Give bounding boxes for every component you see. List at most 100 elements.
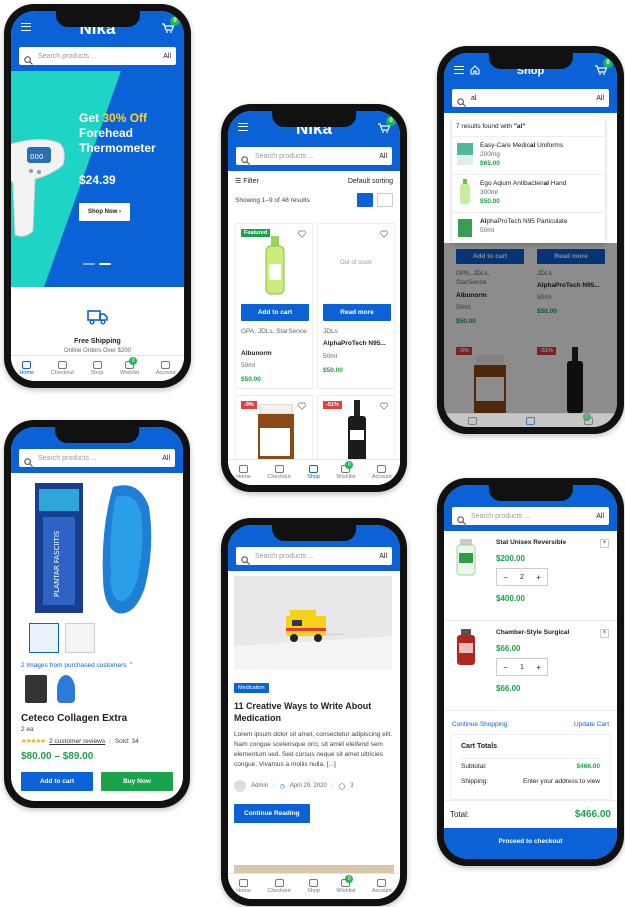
search-scope-select[interactable]: All bbox=[596, 513, 604, 520]
thumbnail-1[interactable] bbox=[29, 623, 59, 653]
buy-now-button[interactable]: Buy Now bbox=[101, 772, 173, 791]
customer-images-link[interactable]: 2 Images from purchased customers ⌃ bbox=[11, 657, 183, 673]
product-name[interactable]: AlphaProTech N95... bbox=[323, 339, 386, 348]
product-name[interactable]: Albunorm bbox=[241, 349, 272, 358]
category-tag[interactable]: Medication bbox=[234, 683, 269, 693]
qty-plus-button[interactable]: + bbox=[536, 573, 541, 582]
comment-count[interactable]: 3 bbox=[350, 783, 353, 789]
post-author[interactable]: Admin bbox=[251, 783, 268, 789]
quantity-stepper[interactable]: − 2 + bbox=[496, 568, 548, 586]
home-icon[interactable] bbox=[470, 65, 480, 75]
nav-home[interactable]: Home bbox=[236, 465, 251, 480]
read-more-button[interactable]: Read more bbox=[323, 304, 391, 321]
update-cart-link[interactable]: Update Cart bbox=[574, 721, 609, 728]
reviews-link[interactable]: 2 customer reviews bbox=[49, 738, 105, 745]
nav-wishlist[interactable]: 0 Wishlist bbox=[120, 357, 139, 376]
search-input[interactable]: al All bbox=[452, 89, 609, 107]
customer-image[interactable] bbox=[57, 675, 75, 703]
cart-totals-box: Cart Totals Subtotal: $466.00 Shipping: … bbox=[450, 734, 611, 800]
hero-banner[interactable]: 000 Get 30% Off Forehead Thermometer $24.… bbox=[11, 71, 184, 287]
product-size: 50ml bbox=[323, 353, 338, 360]
nav-wishlist[interactable]: 0 Wishlist bbox=[336, 461, 355, 480]
shop-now-button[interactable]: Shop Now › bbox=[79, 203, 131, 221]
proceed-to-checkout-button[interactable]: Proceed to checkout bbox=[444, 828, 617, 859]
nav-home[interactable]: Home bbox=[236, 879, 251, 894]
search-input[interactable]: Search products ... All bbox=[236, 547, 392, 565]
feature-subtitle: Online Orders Over $200 bbox=[63, 348, 132, 354]
filter-button[interactable]: ☰ Filter bbox=[235, 177, 259, 185]
qty-minus-button[interactable]: − bbox=[503, 663, 508, 672]
thumbnail-2[interactable] bbox=[65, 623, 95, 653]
cart-item: Stat Unisex Reversible × $200.00 − 2 + $40… bbox=[444, 531, 617, 621]
product-main-image[interactable]: PLANTAR FASCIITIS bbox=[11, 477, 183, 619]
search-scope-select[interactable]: All bbox=[596, 95, 604, 102]
cart-icon[interactable]: 0 bbox=[162, 16, 180, 33]
heart-icon[interactable] bbox=[380, 230, 388, 238]
svg-text:000: 000 bbox=[30, 153, 43, 161]
customer-image[interactable] bbox=[25, 675, 47, 703]
search-input[interactable]: Search products ... All bbox=[19, 47, 176, 65]
remove-item-button[interactable]: × bbox=[600, 629, 609, 638]
heart-icon[interactable] bbox=[298, 402, 306, 410]
heart-icon[interactable] bbox=[298, 230, 306, 238]
qty-value: 1 bbox=[520, 663, 524, 671]
search-input[interactable]: Search products ... All bbox=[236, 147, 392, 165]
cart-item-name[interactable]: Chamber-Style Surgical bbox=[496, 629, 569, 636]
add-to-cart-button[interactable]: Add to cart bbox=[21, 772, 93, 791]
nav-shop[interactable]: Shop bbox=[307, 465, 320, 480]
heart-icon[interactable] bbox=[380, 402, 388, 410]
cart-icon[interactable]: 0 bbox=[378, 116, 396, 133]
nav-wishlist[interactable]: 0 bbox=[582, 412, 593, 425]
grid-view-icon[interactable] bbox=[357, 193, 373, 207]
search-input[interactable]: Search products ... All bbox=[452, 507, 609, 525]
nav-account[interactable]: Account bbox=[156, 361, 176, 376]
sale-badge: -51% bbox=[323, 401, 342, 409]
product-card[interactable]: Featured Add to cart GPA, JDLs, StarSenc… bbox=[235, 223, 313, 389]
nav-shop[interactable]: Shop bbox=[307, 879, 320, 894]
search-input[interactable]: Search products ... All bbox=[19, 449, 175, 467]
menu-icon[interactable] bbox=[238, 123, 248, 131]
result-name: Ego Aqium Antibacterial Hand bbox=[480, 180, 567, 187]
menu-icon[interactable] bbox=[21, 23, 31, 31]
search-placeholder: Search products ... bbox=[255, 552, 314, 560]
nav-shop[interactable] bbox=[525, 416, 535, 425]
remove-item-button[interactable]: × bbox=[600, 539, 609, 548]
next-post-image[interactable] bbox=[234, 865, 394, 873]
search-result-item[interactable]: AlphaProTech N95 Particulate 50ml bbox=[452, 213, 605, 241]
blog-post-image[interactable] bbox=[234, 576, 392, 670]
nav-home[interactable]: Home bbox=[19, 361, 34, 376]
add-to-cart-button[interactable]: Add to cart bbox=[241, 304, 309, 321]
product-card[interactable]: Out of stock Read more JDLs AlphaProTech… bbox=[317, 223, 395, 389]
search-scope-select[interactable]: All bbox=[163, 53, 171, 60]
nav-checkout[interactable]: Checkout bbox=[267, 465, 291, 480]
nav-wishlist[interactable]: 0 Wishlist bbox=[336, 875, 355, 894]
continue-shopping-link[interactable]: Continue Shopping bbox=[452, 721, 507, 728]
search-scope-select[interactable]: All bbox=[379, 153, 387, 160]
nav-home[interactable] bbox=[468, 416, 478, 425]
nav-account[interactable]: Account bbox=[372, 879, 392, 894]
cart-item-name[interactable]: Stat Unisex Reversible bbox=[496, 539, 566, 546]
post-title[interactable]: 11 Creative Ways to Write About Medicati… bbox=[228, 694, 400, 724]
qty-minus-button[interactable]: − bbox=[503, 573, 508, 582]
shipping-value: Enter your address to view bbox=[523, 778, 600, 785]
sorting-select[interactable]: Default sorting bbox=[348, 178, 393, 185]
search-result-item[interactable]: Ego Aqium Antibacterial Hand 300ml $50.0… bbox=[452, 175, 605, 213]
nav-account[interactable]: Account bbox=[372, 465, 392, 480]
product-thumbnail bbox=[457, 143, 473, 165]
cart-icon[interactable]: 0 bbox=[595, 58, 613, 75]
nav-checkout[interactable]: Checkout bbox=[267, 879, 291, 894]
continue-reading-button[interactable]: Continue Reading bbox=[234, 804, 310, 823]
phone-home: Nika 0 Search products ... All 000 Get 3… bbox=[4, 4, 191, 388]
nav-checkout[interactable]: Checkout bbox=[51, 361, 74, 376]
logo[interactable]: Nika bbox=[80, 19, 116, 39]
nav-shop[interactable]: Shop bbox=[91, 361, 103, 376]
quantity-stepper[interactable]: − 1 + bbox=[496, 658, 548, 676]
carousel-dots[interactable] bbox=[83, 263, 111, 265]
menu-icon[interactable] bbox=[454, 66, 464, 74]
logo[interactable]: Nika bbox=[296, 119, 332, 139]
list-view-icon[interactable] bbox=[377, 193, 393, 207]
search-result-item[interactable]: Easy-Care Medical Uniforms 200mg $65.00 bbox=[452, 137, 605, 175]
search-scope-select[interactable]: All bbox=[379, 553, 387, 560]
search-scope-select[interactable]: All bbox=[162, 455, 170, 462]
qty-plus-button[interactable]: + bbox=[536, 663, 541, 672]
